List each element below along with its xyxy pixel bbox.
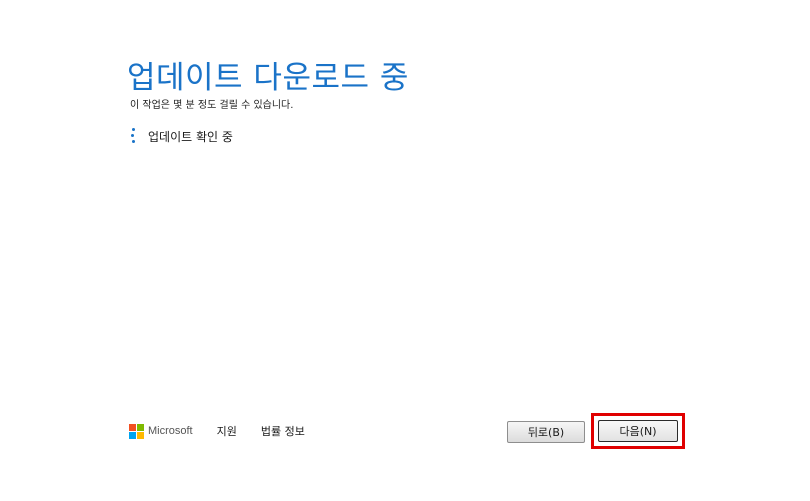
back-button[interactable]: 뒤로(B) <box>507 421 585 443</box>
status-row: 업데이트 확인 중 <box>128 126 233 146</box>
status-text: 업데이트 확인 중 <box>148 129 233 144</box>
legal-info-link[interactable]: 법률 정보 <box>261 423 305 439</box>
microsoft-brand: Microsoft <box>148 425 193 437</box>
support-link[interactable]: 지원 <box>217 423 237 439</box>
page-title: 업데이트 다운로드 중 <box>127 60 409 96</box>
page-subtitle: 이 작업은 몇 분 정도 걸릴 수 있습니다. <box>130 100 294 111</box>
next-button[interactable]: 다음(N) <box>598 420 678 442</box>
footer: Microsoft 지원 법률 정보 <box>129 422 329 440</box>
microsoft-logo-icon <box>129 423 144 439</box>
loading-dots-icon <box>128 126 138 146</box>
